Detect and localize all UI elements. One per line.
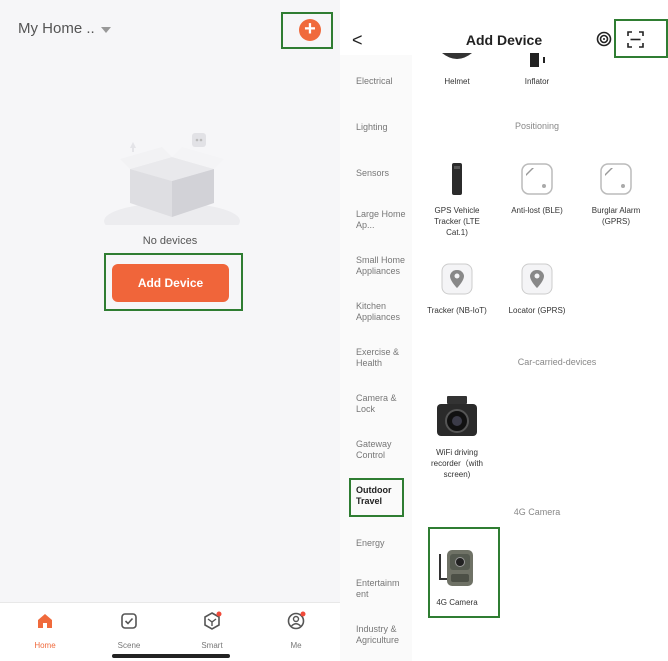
- home-title: My Home ..: [18, 20, 95, 37]
- location-pin-icon: [441, 263, 473, 295]
- tab-me[interactable]: Me: [266, 611, 326, 650]
- device-wifi-driving-recorder[interactable]: WiFi driving recorder（with screen): [424, 396, 490, 480]
- device-helmet[interactable]: Helmet: [424, 53, 490, 87]
- empty-box-illustration: [104, 133, 240, 225]
- category-small-home-appliances[interactable]: Small Home Appliances: [356, 255, 412, 277]
- add-button[interactable]: +: [299, 19, 321, 41]
- section-car-carried-devices: Car-carried-devices: [517, 357, 597, 367]
- tab-scene[interactable]: Scene: [99, 611, 159, 650]
- me-icon: [287, 611, 306, 630]
- device-gps-vehicle-tracker-label: GPS Vehicle Tracker (LTE Cat.1): [434, 206, 480, 237]
- device-anti-lost[interactable]: Anti-lost (BLE): [504, 162, 570, 216]
- device-wifi-driving-recorder-label: WiFi driving recorder（with screen): [430, 448, 483, 479]
- category-exercise-health[interactable]: Exercise & Health: [356, 347, 412, 369]
- device-4g-camera[interactable]: 4G Camera: [424, 548, 490, 608]
- device-burglar-alarm-label: Burglar Alarm (GPRS): [591, 206, 641, 226]
- home-selector[interactable]: My Home ..: [18, 20, 111, 37]
- home-screen: My Home .. + No devices Add Device Home: [0, 0, 340, 661]
- tab-smart-label: Smart: [201, 641, 223, 650]
- helmet-icon: [442, 53, 472, 59]
- smart-icon: [204, 611, 222, 630]
- device-tracker-nb-iot-label: Tracker (NB-IoT): [427, 306, 487, 315]
- device-inflator[interactable]: Inflator: [504, 53, 570, 87]
- category-electrical[interactable]: Electrical: [356, 76, 412, 87]
- device-burglar-alarm[interactable]: Burglar Alarm (GPRS): [583, 162, 649, 227]
- category-lighting[interactable]: Lighting: [356, 122, 412, 133]
- device-locator-gprs-label: Locator (GPRS): [508, 306, 566, 315]
- category-sensors[interactable]: Sensors: [356, 168, 412, 179]
- tab-home-label: Home: [34, 641, 56, 650]
- empty-state-text: No devices: [142, 235, 198, 247]
- scene-icon: [121, 613, 137, 629]
- gateway-target-icon[interactable]: [596, 31, 612, 47]
- category-energy[interactable]: Energy: [356, 538, 412, 549]
- inflator-icon: [530, 53, 545, 67]
- tab-home[interactable]: Home: [15, 611, 75, 650]
- tab-bar: Home Scene Smart Me: [0, 602, 340, 661]
- dash-camera-icon: [437, 396, 477, 436]
- tab-scene-label: Scene: [117, 641, 141, 650]
- device-helmet-label: Helmet: [444, 77, 470, 86]
- device-gps-vehicle-tracker[interactable]: GPS Vehicle Tracker (LTE Cat.1): [424, 162, 490, 238]
- category-camera-lock[interactable]: Camera & Lock: [356, 393, 412, 415]
- device-inflator-label: Inflator: [524, 77, 550, 86]
- category-large-home-appliances[interactable]: Large Home Ap...: [356, 209, 412, 231]
- section-positioning: Positioning: [514, 121, 560, 131]
- location-pin-icon: [521, 263, 553, 295]
- category-outdoor-travel[interactable]: Outdoor Travel: [356, 485, 412, 507]
- scan-icon[interactable]: [627, 31, 644, 48]
- caret-down-icon: [100, 26, 111, 33]
- category-industry-agriculture[interactable]: Industry & Agriculture: [356, 624, 412, 646]
- tab-me-label: Me: [290, 641, 302, 650]
- device-tracker-nb-iot[interactable]: Tracker (NB-IoT): [424, 262, 490, 316]
- trail-camera-icon: [439, 550, 473, 586]
- page-title: Add Device: [465, 32, 543, 48]
- tab-smart[interactable]: Smart: [182, 611, 242, 650]
- add-device-button[interactable]: Add Device: [112, 264, 229, 302]
- home-icon: [38, 614, 52, 628]
- anti-lost-tag-icon: [521, 163, 553, 195]
- device-locator-gprs[interactable]: Locator (GPRS): [504, 262, 570, 316]
- device-4g-camera-label: 4G Camera: [436, 598, 478, 607]
- category-gateway-control[interactable]: Gateway Control: [356, 439, 412, 461]
- burglar-alarm-tag-icon: [600, 163, 632, 195]
- category-kitchen-appliances[interactable]: Kitchen Appliances: [356, 301, 412, 323]
- gps-tracker-icon: [452, 163, 462, 195]
- home-indicator: [112, 654, 230, 658]
- section-4g-camera: 4G Camera: [513, 507, 561, 517]
- device-anti-lost-label: Anti-lost (BLE): [511, 206, 563, 215]
- add-device-screen: < Add Device Electrical Lighting Sensors…: [340, 0, 668, 661]
- category-entertainment[interactable]: Entertainm ent: [356, 578, 412, 600]
